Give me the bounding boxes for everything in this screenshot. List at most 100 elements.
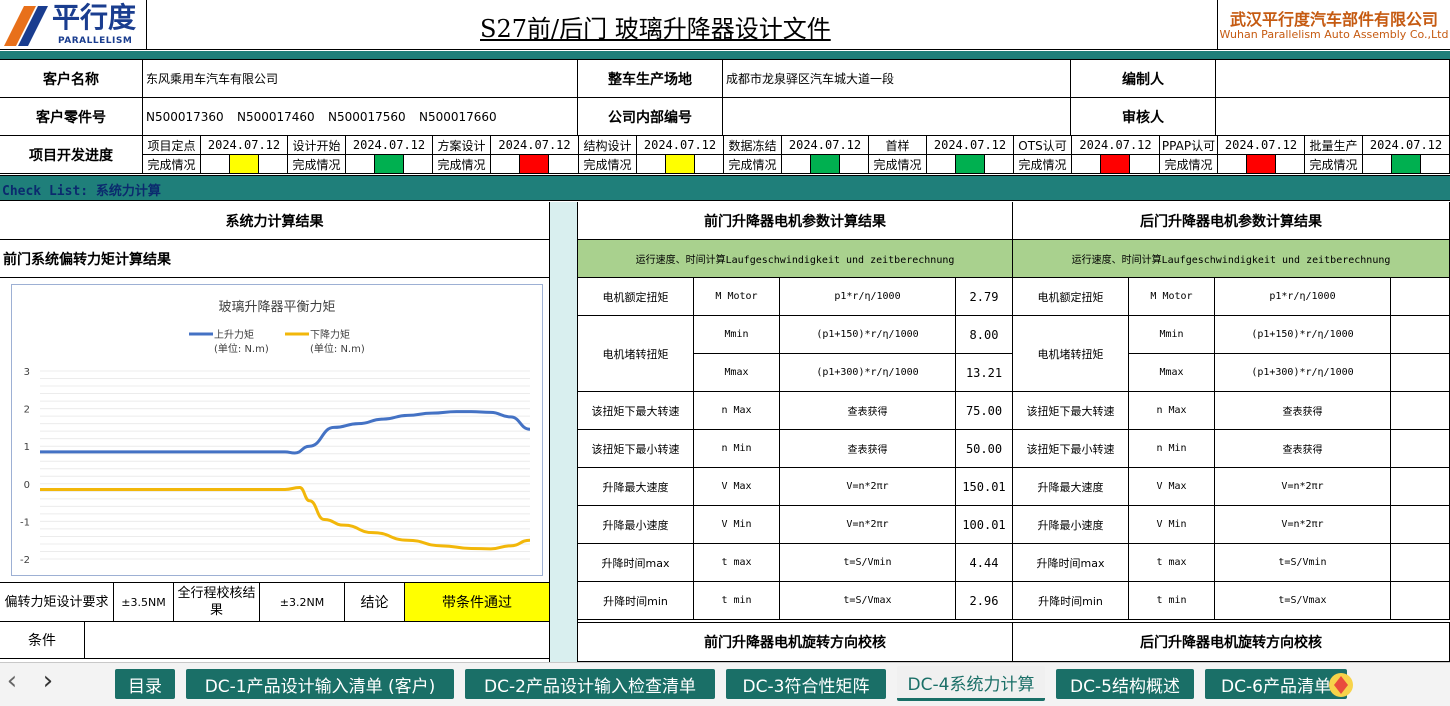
- sheet-tab[interactable]: DC-3符合性矩阵: [726, 669, 886, 699]
- status-label: 完成情况: [1014, 155, 1072, 174]
- milestone-date: 2024.07.12: [491, 136, 579, 155]
- status-indicator[interactable]: [956, 155, 985, 174]
- customer-label: 客户名称: [0, 60, 143, 98]
- status-cell: [259, 155, 288, 174]
- editor-label: 编制人: [1071, 60, 1216, 98]
- legend-label: 下降力矩: [310, 328, 350, 341]
- status-label: 完成情况: [724, 155, 782, 174]
- param-value[interactable]: 100.01: [956, 506, 1013, 544]
- sheet-tab[interactable]: DC-4系统力计算: [897, 666, 1045, 701]
- site-value[interactable]: 成都市龙泉驿区汽车城大道一段: [723, 60, 1071, 98]
- param-symbol: V Max: [1129, 468, 1215, 506]
- prev-sheet-button[interactable]: ‹: [4, 668, 20, 696]
- param-value[interactable]: [1391, 582, 1450, 620]
- status-indicator[interactable]: [1392, 155, 1421, 174]
- param-value[interactable]: 2.79: [956, 278, 1013, 316]
- logo-text: 平行度: [52, 1, 137, 34]
- milestone-name: OTS认可: [1014, 136, 1072, 155]
- next-sheet-button[interactable]: ›: [40, 668, 56, 696]
- param-value[interactable]: 2.96: [956, 582, 1013, 620]
- left-panel-title: 系统力计算结果: [0, 202, 549, 240]
- param-symbol: M Motor: [694, 278, 780, 316]
- param-symbol: n Min: [694, 430, 780, 468]
- conclusion-value[interactable]: 带条件通过: [405, 583, 549, 622]
- site-label: 整车生产场地: [578, 60, 723, 98]
- param-formula: (p1+300)*r/η/1000: [1215, 354, 1391, 392]
- param-value[interactable]: 8.00: [956, 316, 1013, 354]
- internal-value[interactable]: [723, 98, 1071, 136]
- sheet-tab[interactable]: DC-5结构概述: [1056, 669, 1194, 699]
- param-formula: t=S/Vmax: [780, 582, 956, 620]
- editor-value[interactable]: [1216, 60, 1450, 98]
- logo-mark-icon: [2, 2, 48, 48]
- param-value[interactable]: 50.00: [956, 430, 1013, 468]
- param-value[interactable]: 4.44: [956, 544, 1013, 582]
- part-number: N500017460: [237, 109, 315, 124]
- param-name: 该扭矩下最小转速: [1013, 430, 1129, 468]
- company-name-en: Wuhan Parallelism Auto Assembly Co.,Ltd: [1219, 28, 1449, 41]
- status-cell: [1218, 155, 1247, 174]
- param-formula: V=n*2πr: [780, 468, 956, 506]
- param-value[interactable]: [1391, 316, 1450, 354]
- status-indicator[interactable]: [520, 155, 549, 174]
- customer-value[interactable]: 东风乘用车汽车有限公司: [143, 60, 578, 98]
- param-value[interactable]: [1391, 278, 1450, 316]
- part-value[interactable]: N500017360 N500017460 N500017560 N500017…: [143, 98, 578, 136]
- sheet-tab[interactable]: DC-2产品设计输入检查清单: [465, 669, 715, 699]
- param-value[interactable]: 13.21: [956, 354, 1013, 392]
- status-indicator[interactable]: [811, 155, 840, 174]
- param-name: 电机额定扭矩: [1013, 278, 1129, 316]
- param-value[interactable]: 150.01: [956, 468, 1013, 506]
- param-value[interactable]: [1391, 392, 1450, 430]
- status-cell: [695, 155, 724, 174]
- param-value[interactable]: [1391, 468, 1450, 506]
- status-indicator[interactable]: [375, 155, 404, 174]
- param-symbol: M Motor: [1129, 278, 1215, 316]
- milestone-name: 数据冻结: [724, 136, 782, 155]
- milestone-date: 2024.07.12: [201, 136, 288, 155]
- chart-frame: 玻璃升降器平衡力矩 上升力矩 (单位: N.m) 下降力矩 (单位: N.m) 3 2 1 0-…: [11, 284, 543, 576]
- status-indicator[interactable]: [666, 155, 695, 174]
- param-name: 升降最小速度: [578, 506, 694, 544]
- param-symbol: n Max: [1129, 392, 1215, 430]
- param-value[interactable]: 75.00: [956, 392, 1013, 430]
- status-cell: [1130, 155, 1160, 174]
- status-indicator[interactable]: [1101, 155, 1130, 174]
- param-symbol: t min: [1129, 582, 1215, 620]
- divider: [146, 0, 147, 50]
- series-line: [39, 486, 531, 551]
- part-number: N500017660: [419, 109, 497, 124]
- param-formula: V=n*2πr: [1215, 468, 1391, 506]
- param-value[interactable]: [1391, 430, 1450, 468]
- milestone-name: 设计开始: [288, 136, 346, 155]
- reviewer-value[interactable]: [1216, 98, 1450, 136]
- status-cell: [201, 155, 230, 174]
- param-value[interactable]: [1391, 506, 1450, 544]
- sheet-tab[interactable]: 目录: [115, 669, 175, 699]
- series-line: [40, 410, 531, 455]
- milestone-date: 2024.07.12: [1072, 136, 1160, 155]
- param-formula: 查表获得: [780, 392, 956, 430]
- param-name: 该扭矩下最小转速: [578, 430, 694, 468]
- condition-row: 条件: [0, 621, 549, 659]
- sheet-tab[interactable]: DC-1产品设计输入清单 (客户): [186, 669, 454, 699]
- status-indicator[interactable]: [1247, 155, 1276, 174]
- y-tick-label: 3: [24, 367, 30, 378]
- param-formula: V=n*2πr: [1215, 506, 1391, 544]
- param-name: 升降时间min: [1013, 582, 1129, 620]
- status-label: 完成情况: [288, 155, 346, 174]
- param-formula: 查表获得: [1215, 430, 1391, 468]
- front-motor-table: 前门升降器电机参数计算结果 运行速度、时间计算Laufgeschwindigkei…: [578, 202, 1013, 662]
- param-value[interactable]: [1391, 544, 1450, 582]
- param-symbol: Mmin: [694, 316, 780, 354]
- param-symbol: t max: [1129, 544, 1215, 582]
- doc-title: S27前/后门 玻璃升降器设计文件: [480, 15, 831, 43]
- param-value[interactable]: [1391, 354, 1450, 392]
- requirement-label: 偏转力矩设计要求: [0, 583, 114, 622]
- status-cell: [549, 155, 579, 174]
- status-cell: [637, 155, 666, 174]
- param-symbol: n Max: [694, 392, 780, 430]
- condition-value[interactable]: [85, 621, 549, 659]
- param-formula: p1*r/η/1000: [1215, 278, 1391, 316]
- status-indicator[interactable]: [230, 155, 259, 174]
